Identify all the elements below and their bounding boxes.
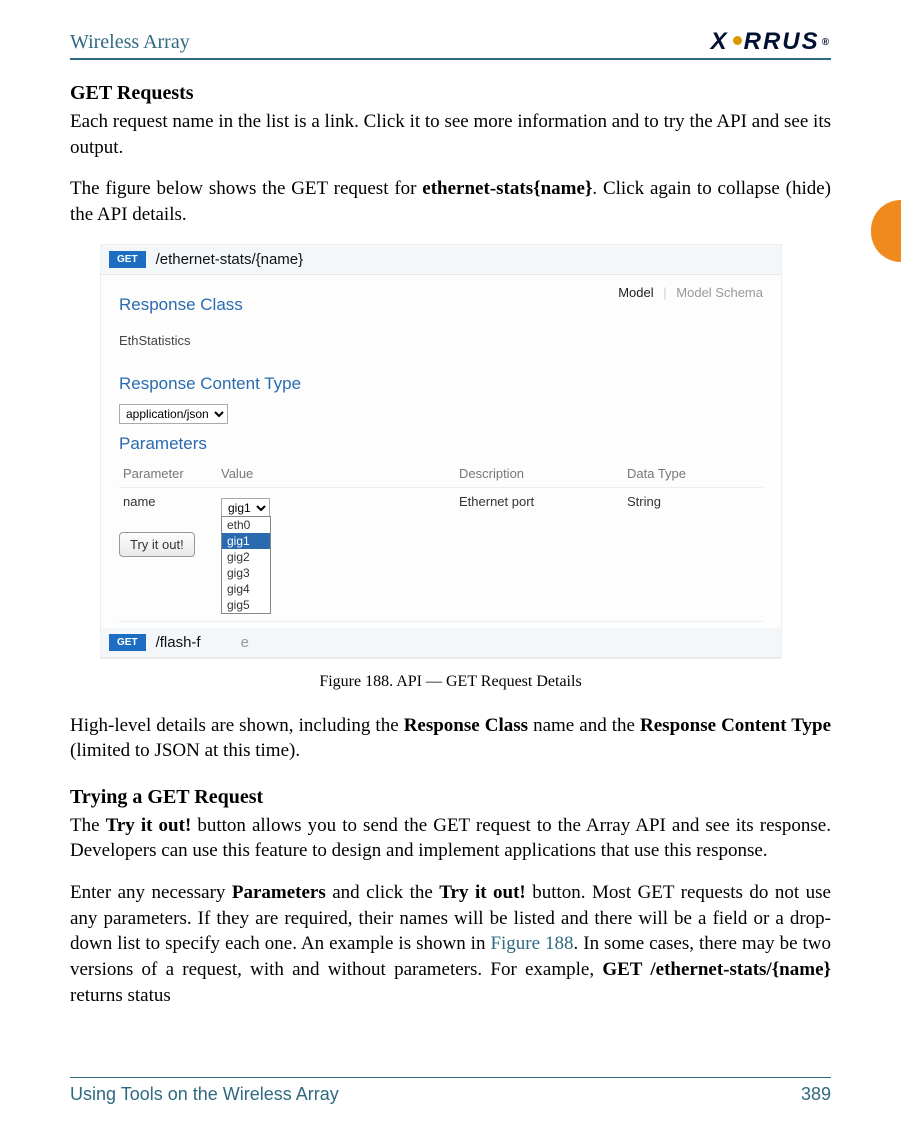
text: name and the [528, 715, 640, 736]
col-value: Value [217, 460, 455, 488]
figure-api-get: GET /ethernet-stats/{name} Model | Model… [100, 244, 782, 659]
option-eth0[interactable]: eth0 [222, 517, 270, 533]
paragraph-tryit-2: Enter any necessary Parameters and click… [70, 880, 831, 1008]
logo: X RRUS® [711, 28, 831, 56]
text: High-level details are shown, including … [70, 715, 404, 736]
tab-separator: | [663, 285, 666, 300]
text-bold: Try it out! [439, 882, 526, 903]
paragraph-intro: Each request name in the list is a link.… [70, 109, 831, 160]
parameters-heading: Parameters [119, 434, 763, 454]
text: Each request name in the list is a link.… [70, 111, 831, 158]
cell-type: String [623, 487, 763, 524]
cell-value: gig1 eth0 gig1 gig2 gig3 gig4 gig5 [217, 487, 455, 524]
text: returns status [70, 985, 171, 1006]
logo-trademark: ® [822, 37, 831, 48]
col-parameter: Parameter [119, 460, 217, 488]
paragraph-figure-ref: The figure below shows the GET request f… [70, 176, 831, 227]
http-method-badge: GET [109, 634, 146, 651]
option-gig5[interactable]: gig5 [222, 597, 270, 613]
page-footer: Using Tools on the Wireless Array 389 [70, 1077, 831, 1105]
param-value-select[interactable]: gig1 [221, 498, 270, 518]
http-method-badge: GET [109, 251, 146, 268]
param-value-dropdown[interactable]: eth0 gig1 gig2 gig3 gig4 gig5 [221, 516, 271, 614]
text-bold: ethernet-stats{name} [422, 178, 592, 199]
response-class-value: EthStatistics [119, 333, 763, 348]
col-data-type: Data Type [623, 460, 763, 488]
text: and click the [326, 882, 440, 903]
tab-model-schema[interactable]: Model Schema [676, 285, 763, 300]
option-gig4[interactable]: gig4 [222, 581, 270, 597]
table-row: name gig1 eth0 gig1 gig2 gig3 [119, 487, 763, 524]
text: /flash-f [156, 634, 201, 651]
logo-dot-icon [733, 36, 742, 45]
api-path: /ethernet-stats/{name} [156, 251, 304, 268]
paragraph-tryit-1: The Try it out! button allows you to sen… [70, 813, 831, 864]
api-path-secondary: /flash-f e [156, 634, 249, 651]
text: The figure below shows the GET request f… [70, 178, 422, 199]
footer-section-title: Using Tools on the Wireless Array [70, 1084, 339, 1105]
thumb-tab [871, 200, 901, 262]
text: (limited to JSON at this time). [70, 740, 300, 761]
paragraph-after-figure: High-level details are shown, including … [70, 713, 831, 764]
page-header: Wireless Array X RRUS® [70, 28, 831, 60]
api-endpoint-bar[interactable]: GET /ethernet-stats/{name} [101, 245, 781, 275]
text-bold: Try it out! [106, 815, 192, 836]
response-content-type-heading: Response Content Type [119, 374, 763, 394]
text: The [70, 815, 106, 836]
text-bold: Parameters [232, 882, 326, 903]
option-gig2[interactable]: gig2 [222, 549, 270, 565]
option-gig3[interactable]: gig3 [222, 565, 270, 581]
text-bold: GET /ethernet-stats/{name} [602, 959, 831, 980]
api-endpoint-bar-secondary[interactable]: GET /flash-f e [101, 628, 781, 658]
logo-text-x: X [711, 28, 729, 56]
heading-trying-get: Trying a GET Request [70, 786, 831, 809]
figure-cross-ref[interactable]: Figure 188 [490, 933, 573, 954]
text: e [241, 634, 249, 651]
text: Enter any necessary [70, 882, 232, 903]
content-type-select[interactable]: application/json [119, 404, 228, 424]
option-gig1[interactable]: gig1 [222, 533, 270, 549]
figure-caption: Figure 188. API — GET Request Details [70, 673, 831, 691]
tab-model[interactable]: Model [618, 285, 653, 300]
logo-text-rest: RRUS [744, 28, 820, 56]
col-description: Description [455, 460, 623, 488]
try-it-out-button[interactable]: Try it out! [119, 532, 195, 557]
model-tabs: Model | Model Schema [618, 285, 763, 300]
text-bold: Response Class [404, 715, 528, 736]
parameters-table: Parameter Value Description Data Type na… [119, 460, 763, 524]
cell-desc: Ethernet port [455, 487, 623, 524]
header-title: Wireless Array [70, 31, 190, 54]
cell-param: name [119, 487, 217, 524]
footer-page-number: 389 [801, 1084, 831, 1105]
heading-get-requests: GET Requests [70, 82, 831, 105]
text-bold: Response Content Type [640, 715, 831, 736]
